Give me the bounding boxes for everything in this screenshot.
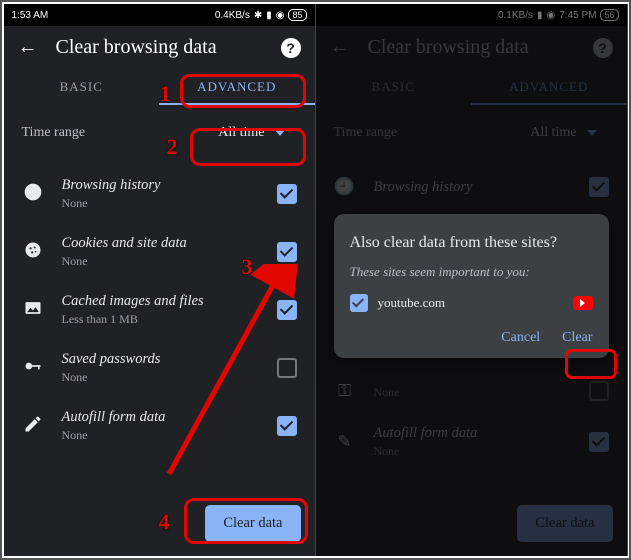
time-range-label: Time range [22,125,86,141]
image-icon [22,298,44,323]
battery-icon: 85 [288,9,306,21]
list-item[interactable]: Browsing history None [4,165,315,223]
checkbox[interactable] [277,184,297,204]
tab-basic[interactable]: BASIC [4,69,160,105]
header: ← Clear browsing data ? [4,26,315,69]
item-sub: None [62,254,259,269]
signal-icon: ▮ [266,10,272,21]
options-list: Browsing history None Cookies and site da… [4,161,315,459]
checkbox[interactable] [277,242,297,262]
clear-data-button[interactable]: Clear data [205,505,300,542]
back-icon[interactable]: ← [18,36,38,59]
time-range-value: All time [218,125,264,141]
cancel-button[interactable]: Cancel [501,330,540,346]
chevron-down-icon [275,130,285,136]
list-item[interactable]: Saved passwords None [4,339,315,397]
list-item[interactable]: Cached images and files Less than 1 MB [4,281,315,339]
left-screenshot: 1:53 AM 0.4KB/s ✱ ▮ ◉ 85 ← Clear browsin… [4,4,316,556]
dialog-subtitle: These sites seem important to you: [350,264,593,280]
pencil-icon [22,414,44,439]
checkbox[interactable] [350,294,368,312]
clear-button[interactable]: Clear [562,330,592,346]
key-icon [22,356,44,381]
help-icon[interactable]: ? [281,38,301,58]
item-label: Saved passwords [62,351,259,368]
dialog-site-row[interactable]: youtube.com [350,294,593,312]
tab-advanced[interactable]: ADVANCED [159,69,315,105]
annotation-number: 4 [159,509,170,535]
item-label: Autofill form data [62,409,259,426]
status-net: 0.4KB/s [215,10,250,21]
dialog-title: Also clear data from these sites? [350,232,593,254]
status-time: 1:53 AM [12,10,49,21]
time-range-row: Time range All time [4,105,315,161]
cookie-icon [22,240,44,265]
list-item[interactable]: Cookies and site data None [4,223,315,281]
item-label: Cookies and site data [62,235,259,252]
annotation-number: 2 [167,134,178,160]
time-range-dropdown[interactable]: All time [206,119,296,147]
site-name: youtube.com [378,295,563,311]
youtube-icon [573,296,593,310]
item-label: Browsing history [62,177,259,194]
annotation-number: 1 [160,81,171,107]
checkbox[interactable] [277,416,297,436]
item-sub: None [62,196,259,211]
page-title: Clear browsing data [56,36,263,59]
item-sub: Less than 1 MB [62,312,259,327]
item-label: Cached images and files [62,293,259,310]
bluetooth-icon: ✱ [254,10,262,21]
wifi-icon: ◉ [276,10,285,21]
confirm-dialog: Also clear data from these sites? These … [334,214,609,358]
annotation-number: 3 [242,254,253,280]
item-sub: None [62,428,259,443]
status-bar: 1:53 AM 0.4KB/s ✱ ▮ ◉ 85 [4,4,315,26]
item-sub: None [62,370,259,385]
checkbox[interactable] [277,300,297,320]
list-item[interactable]: Autofill form data None [4,397,315,455]
checkbox[interactable] [277,358,297,378]
right-screenshot: 0.1KB/s ▮ ◉ 7:45 PM 56 ← Clear browsing … [316,4,628,556]
history-icon [22,182,44,207]
